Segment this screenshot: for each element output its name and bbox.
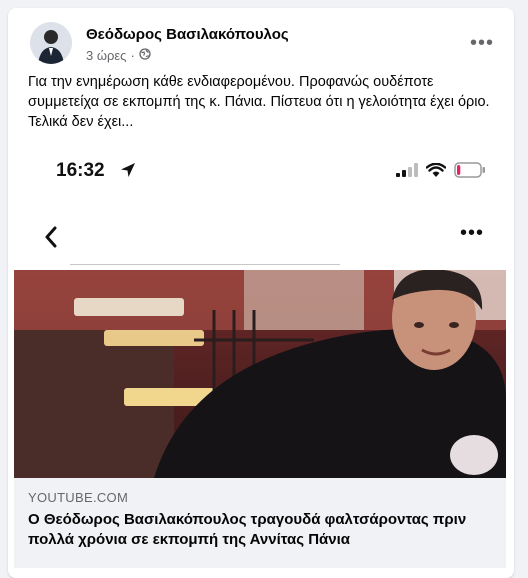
- status-icons: [396, 162, 486, 178]
- video-still-image: [14, 270, 506, 478]
- video-thumbnail[interactable]: [14, 270, 506, 478]
- avatar-image: [30, 22, 72, 64]
- post-time[interactable]: 3 ώρες: [86, 48, 126, 63]
- post-card: Θεόδωρος Βασιλακόπουλος 3 ώρες · ••• Για…: [8, 8, 514, 578]
- battery-level-fill: [457, 165, 461, 175]
- back-chevron-icon[interactable]: [44, 226, 58, 248]
- globe-icon[interactable]: [139, 48, 151, 63]
- wifi-icon: [426, 162, 446, 177]
- screenshot-more-icon[interactable]: •••: [460, 222, 484, 245]
- address-bar-underline: [70, 264, 340, 265]
- post-text: Για την ενημέρωση κάθε ενδιαφερομένου. Π…: [28, 74, 490, 130]
- status-time: 16:32: [56, 160, 105, 181]
- link-preview[interactable]: YOUTUBE.COM Ο Θεόδωρος Βασιλακόπουλος τρ…: [14, 478, 506, 568]
- more-options-icon[interactable]: •••: [470, 32, 494, 55]
- battery-icon: [454, 162, 485, 178]
- author-avatar[interactable]: [30, 22, 72, 64]
- author-name[interactable]: Θεόδωρος Βασιλακόπουλος: [86, 26, 289, 43]
- location-arrow-icon: [121, 163, 135, 177]
- link-title[interactable]: Ο Θεόδωρος Βασιλακόπουλος τραγουδά φαλτσ…: [28, 510, 498, 550]
- post-meta: 3 ώρες ·: [86, 48, 151, 63]
- link-source: YOUTUBE.COM: [28, 490, 129, 505]
- shared-screenshot[interactable]: 16:32 •••: [14, 140, 506, 478]
- meta-separator: ·: [130, 48, 135, 63]
- signal-icon: [396, 163, 418, 177]
